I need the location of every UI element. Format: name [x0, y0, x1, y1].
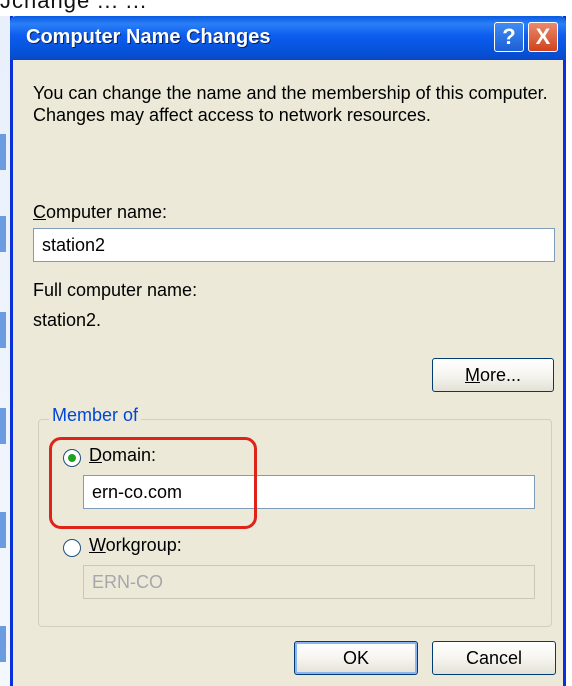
workgroup-label[interactable]: Workgroup: [89, 535, 182, 556]
computer-name-label: Computer name: [33, 202, 167, 223]
help-button[interactable]: ? [494, 22, 524, 52]
background-accent-mark [0, 312, 6, 348]
full-computer-name-value: station2. [33, 310, 102, 330]
close-button[interactable]: X [528, 22, 558, 52]
computer-name-access-key: C [33, 202, 46, 222]
workgroup-label-rest: orkgroup: [105, 535, 182, 555]
full-computer-name-label: Full computer name: [33, 280, 198, 300]
computer-name-changes-dialog: Computer Name Changes ? X You can change… [10, 16, 566, 686]
background-left-edge [0, 16, 10, 686]
dialog-title: Computer Name Changes [26, 26, 271, 48]
more-button[interactable]: More... [432, 358, 554, 392]
more-label-rest: ore... [479, 365, 522, 385]
member-of-legend: Member of [49, 405, 142, 426]
ok-button[interactable]: OK [294, 641, 418, 675]
workgroup-input: ERN-CO [83, 565, 535, 599]
computer-name-label-rest: omputer name: [46, 202, 168, 222]
background-fragment-text: Jchange ... ... [0, 0, 148, 13]
background-accent-mark [0, 134, 6, 170]
description-text: You can change the name and the membersh… [33, 83, 548, 125]
cancel-button[interactable]: Cancel [432, 641, 556, 675]
background-accent-mark [0, 512, 6, 548]
computer-name-input[interactable]: station2 [33, 228, 555, 262]
workgroup-access-key: W [89, 535, 106, 555]
background-accent-mark [0, 216, 6, 252]
background-accent-mark [0, 626, 6, 662]
workgroup-radio[interactable] [63, 539, 81, 557]
background-accent-mark [0, 408, 6, 444]
red-annotation-highlight [49, 437, 257, 529]
background-window-fragment: Jchange ... ... [0, 0, 572, 16]
more-access-key: M [464, 365, 480, 385]
title-bar[interactable]: Computer Name Changes ? X [10, 16, 566, 60]
